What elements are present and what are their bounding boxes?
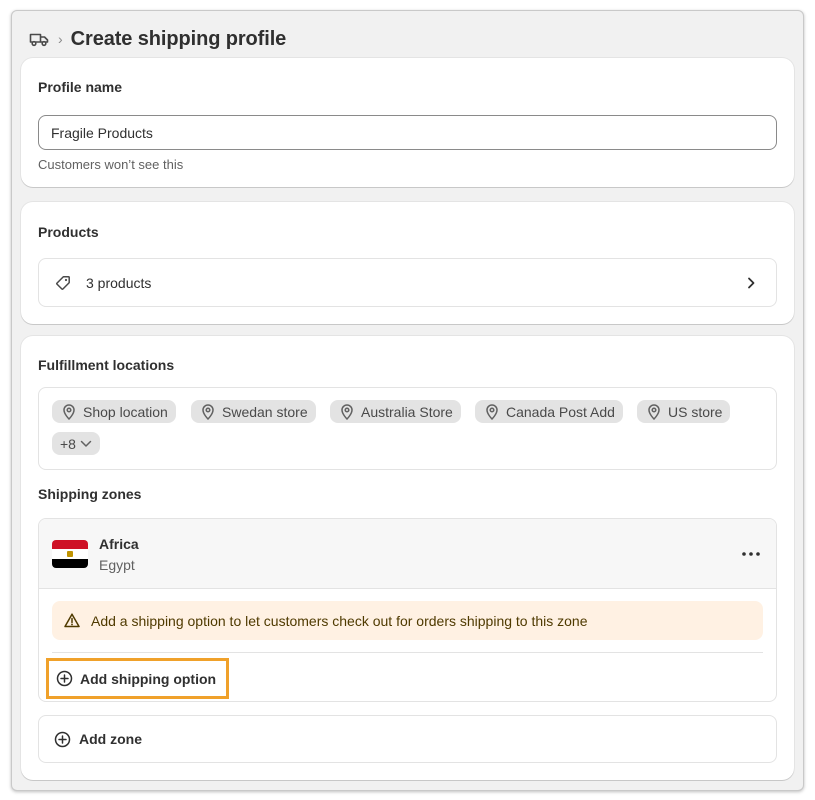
warning-message: Add a shipping option to let customers c… <box>91 612 588 629</box>
warning-icon <box>63 612 81 630</box>
fulfillment-card: Fulfillment locations Shop location Swed… <box>21 336 794 780</box>
plus-circle-icon <box>55 670 73 688</box>
location-chip-label: US store <box>668 403 723 420</box>
profile-name-input[interactable]: Fragile Products <box>38 115 777 150</box>
zone-name: Africa <box>99 536 139 552</box>
locations-box: Shop location Swedan store Australia Sto… <box>38 387 777 470</box>
app-window: › Create shipping profile Profile name F… <box>11 10 804 791</box>
products-count: 3 products <box>86 274 152 291</box>
page-title: Create shipping profile <box>70 27 287 50</box>
page-header: › Create shipping profile <box>28 19 286 59</box>
profile-name-help: Customers won’t see this <box>38 157 184 172</box>
location-pin-icon <box>200 403 216 420</box>
location-chip-label: Canada Post Add <box>506 403 615 420</box>
location-pin-icon <box>61 403 77 420</box>
products-heading: Products <box>38 224 99 240</box>
more-actions-icon[interactable] <box>740 545 762 563</box>
zone-header: Africa Egypt <box>39 519 776 589</box>
add-shipping-option-button[interactable]: Add shipping option <box>46 658 229 699</box>
shipping-zones-heading: Shipping zones <box>38 486 142 502</box>
warning-banner: Add a shipping option to let customers c… <box>52 601 763 640</box>
location-chip[interactable]: Canada Post Add <box>475 400 623 423</box>
chevron-down-icon <box>80 440 92 448</box>
tag-icon <box>54 274 72 292</box>
profile-name-card: Profile name Fragile Products Customers … <box>21 58 794 187</box>
profile-name-heading: Profile name <box>38 79 123 95</box>
location-pin-icon <box>339 403 355 420</box>
more-locations-button[interactable]: +8 <box>52 432 100 455</box>
location-chip[interactable]: US store <box>637 400 731 423</box>
location-pin-icon <box>646 403 662 420</box>
products-card: Products 3 products <box>21 202 794 324</box>
zone-country: Egypt <box>99 557 135 573</box>
location-chip[interactable]: Swedan store <box>191 400 316 423</box>
location-pin-icon <box>484 403 500 420</box>
more-locations-count: +8 <box>60 435 76 452</box>
location-chip[interactable]: Australia Store <box>330 400 461 423</box>
location-chip[interactable]: Shop location <box>52 400 176 423</box>
add-zone-button[interactable]: Add zone <box>38 715 777 763</box>
chevron-right-icon[interactable] <box>742 274 760 292</box>
products-row[interactable]: 3 products <box>38 258 777 307</box>
add-zone-label: Add zone <box>79 731 142 747</box>
location-chip-label: Shop location <box>83 403 168 420</box>
add-shipping-option-label: Add shipping option <box>80 670 217 687</box>
fulfillment-heading: Fulfillment locations <box>38 357 175 373</box>
location-chip-label: Swedan store <box>222 403 308 420</box>
location-chip-label: Australia Store <box>361 403 453 420</box>
divider <box>52 652 763 653</box>
plus-circle-icon <box>53 730 71 748</box>
egypt-flag-icon <box>52 540 88 568</box>
breadcrumb-chevron-icon: › <box>58 31 63 47</box>
truck-icon[interactable] <box>28 28 50 50</box>
shipping-zone: Africa Egypt Add a shipping option to le… <box>38 518 777 702</box>
